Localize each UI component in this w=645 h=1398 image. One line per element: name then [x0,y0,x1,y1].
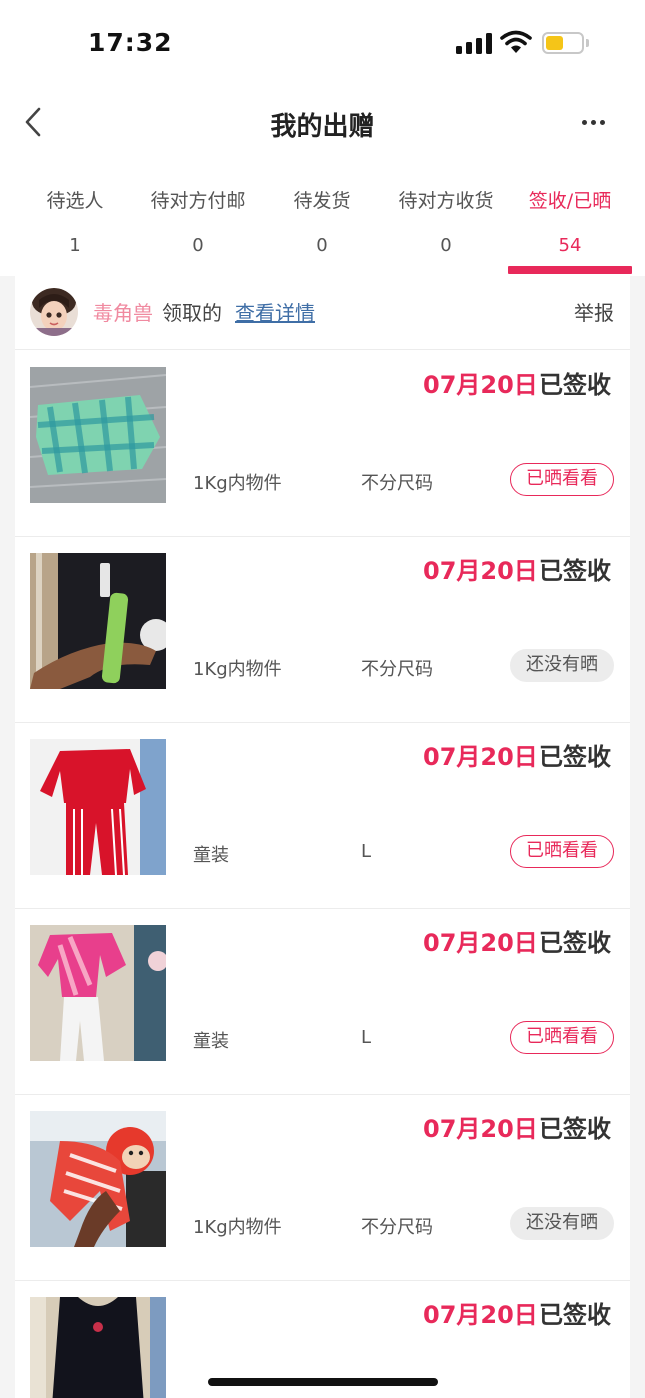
more-options-button[interactable] [574,110,614,136]
list-item[interactable]: 07月20日 已签收 1Kg内物件 不分尺码 还没有晒 [15,537,630,723]
item-date: 07月20日 [423,1115,538,1143]
tab-signed-shown[interactable]: 签收/已晒 54 [508,186,632,272]
item-category: 1Kg内物件 [193,1217,282,1238]
item-date: 07月20日 [423,929,538,957]
item-status: 已签收 [539,1115,611,1143]
receiver-action-text: 领取的 [162,301,222,325]
report-button[interactable]: 举报 [574,297,614,326]
receiver-row: 毒角兽 领取的 查看详情 举报 [15,276,630,350]
item-date: 07月20日 [423,1301,538,1329]
tab-count: 0 [192,235,204,256]
battery-icon [542,32,584,54]
item-photo[interactable] [30,739,166,875]
item-status: 已签收 [539,1301,611,1329]
list-item[interactable]: 07月20日 已签收 1Kg内物件 不分尺码 还没有晒 [15,1095,630,1281]
not-shared-badge: 还没有晒 [510,649,614,682]
item-category: 1Kg内物件 [193,473,282,494]
item-size: L [361,1027,372,1048]
page-title: 我的出赠 [270,112,375,142]
item-photo[interactable] [30,1111,166,1247]
tab-pending-postage[interactable]: 待对方付邮 0 [136,186,260,272]
view-detail-link[interactable]: 查看详情 [235,297,315,326]
home-indicator[interactable] [208,1378,438,1386]
item-date: 07月20日 [423,743,538,771]
item-photo[interactable] [30,367,166,503]
list-item[interactable]: 07月20日 已签收 童装 L 已晒看看 [15,909,630,1095]
battery-level [546,36,563,50]
view-share-button[interactable]: 已晒看看 [510,463,614,496]
more-dots-icon [582,120,587,125]
tab-count: 0 [316,235,328,256]
item-photo[interactable] [30,553,166,689]
list-item[interactable]: 07月20日 已签收 1Kg内物件 不分尺码 已晒看看 [15,351,630,537]
donation-card: 毒角兽 领取的 查看详情 举报 07月20日 已签收 1Kg内物件 不分尺码 已… [15,276,630,1398]
tab-count: 54 [558,235,582,256]
receiver-name[interactable]: 毒角兽 [93,297,153,326]
tab-pending-select[interactable]: 待选人 1 [13,186,137,272]
view-share-button[interactable]: 已晒看看 [510,835,614,868]
tab-pending-receipt[interactable]: 待对方收货 0 [384,186,508,272]
cellular-signal-icon [456,32,492,54]
item-size: 不分尺码 [361,1217,433,1238]
wifi-icon [500,30,532,53]
tab-count: 0 [440,235,452,256]
item-category: 童装 [193,845,229,866]
tab-pending-ship[interactable]: 待发货 0 [260,186,384,272]
active-tab-indicator [508,266,632,274]
tab-count: 1 [69,235,81,256]
battery-cap [586,39,589,47]
item-category: 1Kg内物件 [193,659,282,680]
tab-label: 签收/已晒 [528,190,612,212]
tab-label: 待选人 [46,190,104,212]
not-shared-badge: 还没有晒 [510,1207,614,1240]
item-photo[interactable] [30,925,166,1061]
item-status: 已签收 [539,929,611,957]
avatar[interactable] [30,288,78,336]
item-status: 已签收 [539,371,611,399]
item-photo[interactable] [30,1297,166,1398]
item-size: 不分尺码 [361,659,433,680]
item-size: L [361,841,372,862]
item-category: 童装 [193,1031,229,1052]
tab-label: 待对方付邮 [150,190,246,212]
item-date: 07月20日 [423,557,538,585]
item-size: 不分尺码 [361,473,433,494]
item-status: 已签收 [539,557,611,585]
status-time: 17:32 [88,28,173,57]
item-date: 07月20日 [423,371,538,399]
tab-label: 待发货 [293,190,351,212]
tab-label: 待对方收货 [398,190,494,212]
view-share-button[interactable]: 已晒看看 [510,1021,614,1054]
item-status: 已签收 [539,743,611,771]
list-item[interactable]: 07月20日 已签收 童装 L 已晒看看 [15,723,630,909]
